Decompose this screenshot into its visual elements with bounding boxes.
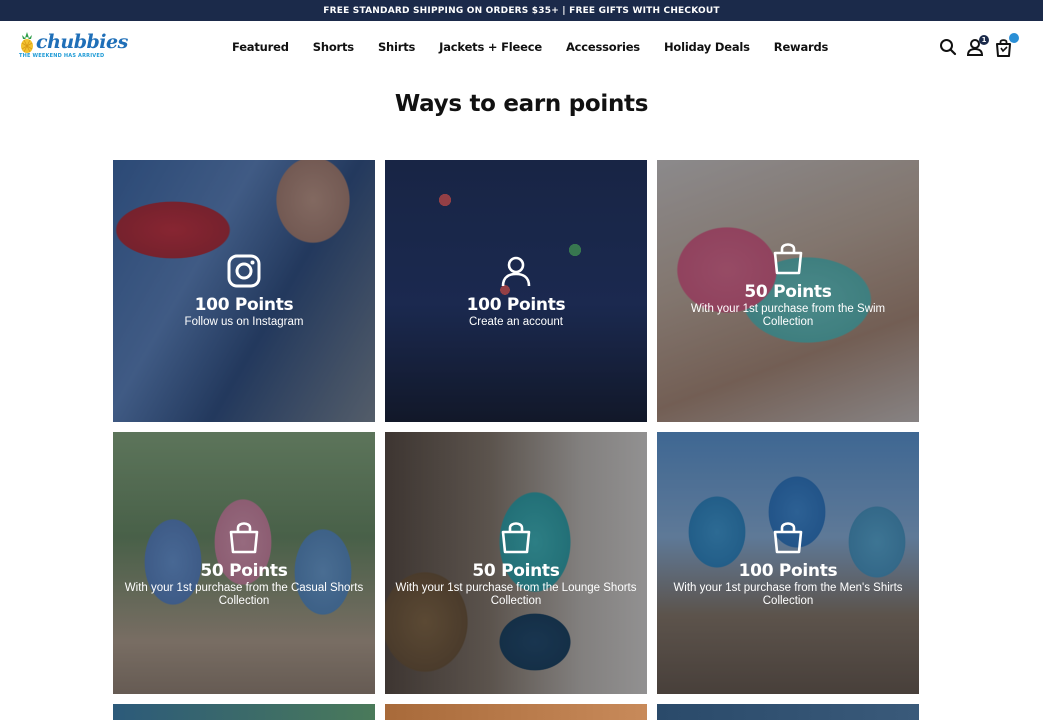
header-icons: 1 — [931, 33, 1019, 59]
search-icon — [940, 39, 957, 56]
brand-wordmark: chubbies — [36, 31, 128, 53]
tile-description: With your 1st purchase from the Lounge S… — [395, 581, 637, 607]
shopping-bag-icon — [229, 521, 259, 553]
logo[interactable]: chubbies THE WEEKEND HAS ARRIVED — [18, 31, 128, 63]
announcement-text: FREE STANDARD SHIPPING ON ORDERS $35+ | … — [323, 5, 720, 16]
instagram-icon — [227, 254, 261, 288]
nav-item-rewards[interactable]: Rewards — [774, 40, 829, 54]
tile-content: 100 Points Follow us on Instagram — [113, 160, 375, 422]
earn-tile-partial[interactable] — [385, 704, 647, 720]
earn-tile-instagram[interactable]: 100 Points Follow us on Instagram — [113, 160, 375, 422]
tile-content: 100 Points With your 1st purchase from t… — [657, 432, 919, 694]
tile-description: With your 1st purchase from the Casual S… — [124, 581, 364, 607]
shopping-bag-icon — [773, 242, 803, 274]
tile-points: 100 Points — [738, 560, 838, 581]
tile-content: 50 Points With your 1st purchase from th… — [385, 432, 647, 694]
account-button[interactable]: 1 — [965, 35, 989, 58]
cart-badge — [1009, 33, 1019, 43]
tile-points: 100 Points — [466, 295, 566, 315]
tile-points: 50 Points — [200, 560, 288, 581]
pineapple-icon — [21, 32, 33, 53]
site-header: chubbies THE WEEKEND HAS ARRIVED Feature… — [0, 21, 1043, 73]
earn-tile-create-account[interactable]: 100 Points Create an account — [385, 160, 647, 422]
nav-item-shorts[interactable]: Shorts — [313, 40, 354, 54]
nav-item-featured[interactable]: Featured — [232, 40, 289, 54]
earn-tile-casual-shorts[interactable]: 50 Points With your 1st purchase from th… — [113, 432, 375, 694]
earn-tile-mens-shirts[interactable]: 100 Points With your 1st purchase from t… — [657, 432, 919, 694]
tile-description: Create an account — [469, 316, 563, 328]
tile-description: With your 1st purchase from the Swim Col… — [690, 302, 886, 328]
shopping-bag-icon — [773, 521, 803, 553]
earn-tile-swim-collection[interactable]: 50 Points With your 1st purchase from th… — [657, 160, 919, 422]
cart-button[interactable] — [993, 33, 1019, 58]
nav-item-shirts[interactable]: Shirts — [378, 40, 415, 54]
announcement-bar: FREE STANDARD SHIPPING ON ORDERS $35+ | … — [0, 0, 1043, 21]
tile-content: 100 Points Create an account — [385, 160, 647, 422]
tile-points: 50 Points — [744, 281, 832, 302]
user-icon — [501, 256, 531, 287]
earn-tile-partial[interactable] — [657, 704, 919, 720]
tile-points: 50 Points — [472, 560, 560, 581]
tile-points: 100 Points — [194, 295, 294, 315]
brand-tagline: THE WEEKEND HAS ARRIVED — [19, 53, 105, 59]
tile-content: 50 Points With your 1st purchase from th… — [657, 160, 919, 422]
earn-tile-partial[interactable] — [113, 704, 375, 720]
earn-tile-lounge-shorts[interactable]: 50 Points With your 1st purchase from th… — [385, 432, 647, 694]
nav-item-holiday-deals[interactable]: Holiday Deals — [664, 40, 750, 54]
shopping-bag-icon — [501, 521, 531, 553]
nav-item-accessories[interactable]: Accessories — [566, 40, 640, 54]
tile-description: With your 1st purchase from the Men's Sh… — [673, 581, 903, 607]
main-nav: Featured Shorts Shirts Jackets + Fleece … — [232, 21, 828, 73]
tile-description: Follow us on Instagram — [184, 316, 304, 328]
page-title: Ways to earn points — [394, 91, 649, 117]
tile-content: 50 Points With your 1st purchase from th… — [113, 432, 375, 694]
search-button[interactable] — [937, 36, 959, 58]
account-badge: 1 — [979, 35, 989, 45]
nav-item-jackets-fleece[interactable]: Jackets + Fleece — [439, 40, 542, 54]
